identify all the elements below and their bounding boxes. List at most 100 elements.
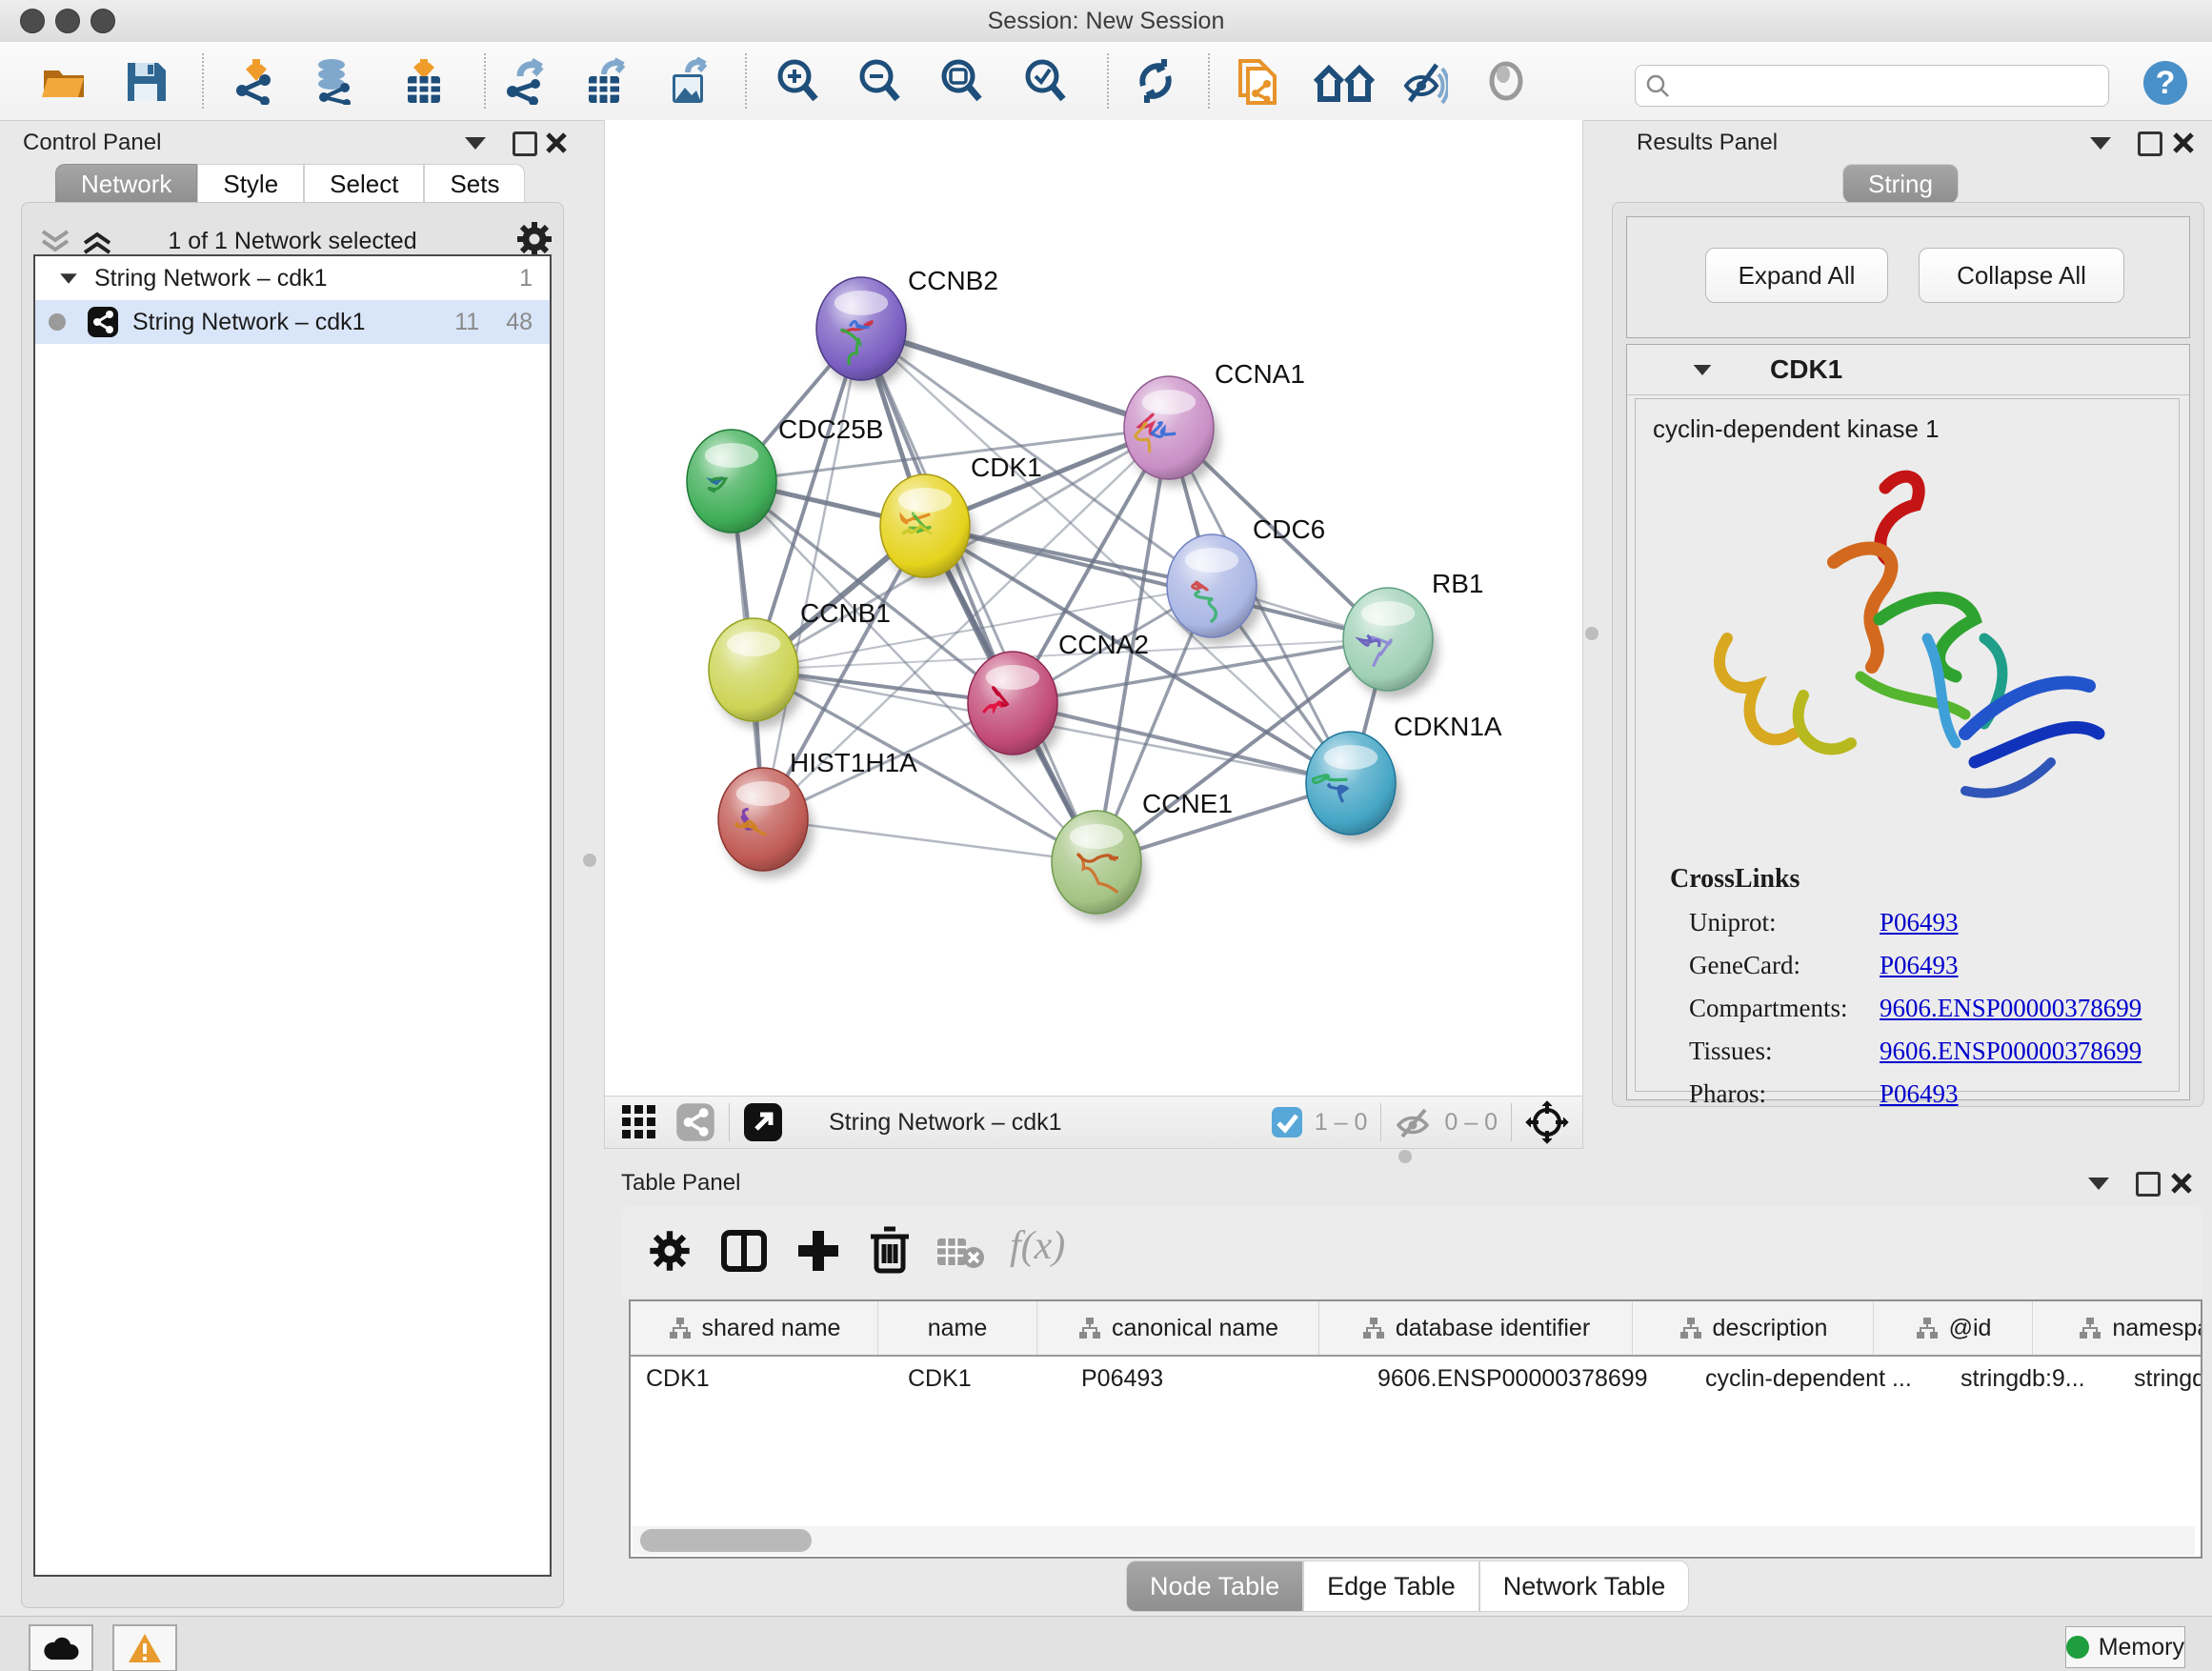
table-hscrollbar-thumb[interactable] <box>640 1529 812 1552</box>
string-network-graph[interactable]: CCNB2 CCNA1 CDC25BCDK1 CDC6RB1 CCNB1 CCNA2 CDK… <box>605 120 1582 1096</box>
network-row-selected[interactable]: String Network – cdk1 11 48 <box>35 300 550 344</box>
crosslink-link[interactable]: P06493 <box>1880 908 1959 937</box>
gear-icon[interactable] <box>648 1229 692 1273</box>
zoom-in-icon[interactable] <box>774 57 821 105</box>
expand-all-button[interactable]: Expand All <box>1705 248 1888 303</box>
gene-collapse-icon[interactable] <box>1694 364 1712 374</box>
function-builder-icon[interactable]: f(x) <box>1010 1223 1065 1269</box>
warnings-button[interactable] <box>112 1624 177 1671</box>
node-table[interactable]: shared namenamecanonical namedatabase id… <box>629 1299 2202 1559</box>
zoom-fit-icon[interactable] <box>937 57 985 105</box>
tab-style[interactable]: Style <box>197 164 304 203</box>
float-panel-icon[interactable] <box>2088 1178 2109 1190</box>
protein-node-CDK1[interactable]: CDK1 <box>880 453 1042 585</box>
table-cell[interactable]: stringdb <box>2119 1357 2202 1400</box>
column-header-namespace[interactable]: namespace <box>2033 1301 2202 1355</box>
column-header--id[interactable]: @id <box>1874 1301 2033 1355</box>
cloud-button[interactable] <box>29 1624 93 1671</box>
protein-node-CCNA2[interactable]: CCNA2 <box>968 630 1149 762</box>
protein-node-HIST1H1A[interactable]: HIST1H1A <box>718 748 917 878</box>
split-columns-icon[interactable] <box>720 1227 768 1275</box>
protein-node-CCNB2[interactable]: CCNB2 <box>816 266 998 388</box>
tab-network[interactable]: Network <box>55 164 197 203</box>
close-panel-icon[interactable] <box>2170 1172 2193 1195</box>
tab-node-table[interactable]: Node Table <box>1126 1560 1303 1612</box>
memory-button[interactable]: Memory <box>2065 1626 2185 1668</box>
show-hide-graphics-icon[interactable] <box>1400 57 1448 105</box>
open-in-window-icon[interactable] <box>743 1102 783 1142</box>
column-header-database-identifier[interactable]: database identifier <box>1319 1301 1633 1355</box>
table-hscrollbar[interactable] <box>633 1526 2195 1555</box>
clear-table-icon[interactable] <box>935 1235 985 1269</box>
protein-node-CDKN1A[interactable]: CDKN1A <box>1306 712 1502 842</box>
network-share-icon <box>87 306 119 338</box>
protein-node-RB1[interactable]: RB1 <box>1343 569 1483 698</box>
column-header-shared-name[interactable]: shared name <box>631 1301 878 1355</box>
table-row[interactable]: CDK1CDK1P064939606.ENSP00000378699cyclin… <box>631 1357 2201 1400</box>
zoom-selected-icon[interactable] <box>1021 57 1069 105</box>
table-cell[interactable]: stringdb:9... <box>1945 1357 2119 1400</box>
tab-select[interactable]: Select <box>304 164 424 203</box>
network-document-icon[interactable] <box>1235 57 1282 105</box>
collection-expand-icon[interactable] <box>60 273 77 283</box>
maximize-panel-icon[interactable] <box>2136 1172 2161 1197</box>
column-header-canonical-name[interactable]: canonical name <box>1037 1301 1319 1355</box>
gene-header[interactable]: CDK1 <box>1627 345 2189 395</box>
protein-node-CCNE1[interactable]: CCNE1 <box>1052 789 1233 921</box>
float-panel-icon[interactable] <box>465 137 486 150</box>
crosshair-move-icon[interactable] <box>1525 1100 1569 1144</box>
maximize-panel-icon[interactable] <box>2138 131 2162 156</box>
left-splitter-handle[interactable] <box>583 854 596 867</box>
crosslink-link[interactable]: P06493 <box>1880 1079 1959 1109</box>
horizontal-splitter-handle[interactable] <box>1398 1150 1412 1163</box>
toolbar-divider <box>202 53 204 109</box>
close-panel-icon[interactable] <box>2172 131 2195 154</box>
tab-sets[interactable]: Sets <box>424 164 525 203</box>
table-cell[interactable]: CDK1 <box>893 1357 1066 1400</box>
table-cell[interactable]: CDK1 <box>631 1357 893 1400</box>
export-image-icon[interactable] <box>665 57 713 105</box>
column-header-description[interactable]: description <box>1633 1301 1874 1355</box>
tab-edge-table[interactable]: Edge Table <box>1303 1560 1479 1612</box>
right-splitter-handle[interactable] <box>1585 627 1599 640</box>
network-options-gear-icon[interactable] <box>515 220 553 258</box>
refresh-layout-icon[interactable] <box>1132 57 1179 105</box>
tab-network-table[interactable]: Network Table <box>1479 1560 1690 1612</box>
import-table-icon[interactable] <box>400 57 448 105</box>
collapse-all-button[interactable]: Collapse All <box>1919 248 2124 303</box>
help-icon[interactable]: ? <box>2142 59 2189 107</box>
table-cell[interactable]: 9606.ENSP00000378699 <box>1362 1357 1690 1400</box>
protein-node-CCNB1[interactable]: CCNB1 <box>709 598 891 729</box>
network-share-toggle-icon[interactable] <box>675 1102 715 1142</box>
table-cell[interactable]: P06493 <box>1066 1357 1362 1400</box>
tab-string[interactable]: String <box>1842 164 1959 203</box>
crosslink-link[interactable]: P06493 <box>1880 951 1959 980</box>
save-session-icon[interactable] <box>122 57 170 105</box>
add-column-icon[interactable] <box>794 1227 842 1275</box>
float-panel-icon[interactable] <box>2090 137 2111 150</box>
level-of-detail-icon[interactable] <box>1482 57 1530 105</box>
crosslink-link[interactable]: 9606.ENSP00000378699 <box>1880 1037 2142 1066</box>
maximize-panel-icon[interactable] <box>513 131 537 156</box>
network-canvas[interactable]: CCNB2 CCNA1 CDC25BCDK1 CDC6RB1 CCNB1 CCNA2 CDK… <box>604 120 1583 1096</box>
protein-node-CCNA1[interactable]: CCNA1 <box>1124 359 1305 487</box>
search-input[interactable] <box>1678 68 2101 102</box>
table-cell[interactable]: cyclin-dependent ... <box>1690 1357 1945 1400</box>
protein-node-CDC25B[interactable]: CDC25B <box>687 414 883 540</box>
export-table-icon[interactable] <box>583 57 631 105</box>
open-session-icon[interactable] <box>40 57 88 105</box>
export-network-icon[interactable] <box>503 57 551 105</box>
network-collection-row[interactable]: String Network – cdk1 1 <box>35 256 550 300</box>
crosslink-link[interactable]: 9606.ENSP00000378699 <box>1880 994 2142 1023</box>
import-network-file-icon[interactable] <box>232 57 280 105</box>
column-header-name[interactable]: name <box>878 1301 1037 1355</box>
close-panel-icon[interactable] <box>545 131 568 154</box>
protein-node-CDC6[interactable]: CDC6 <box>1167 514 1325 645</box>
selected-checkbox-icon[interactable] <box>1271 1106 1303 1138</box>
zoom-out-icon[interactable] <box>855 57 903 105</box>
results-panel-title: Results Panel <box>1637 130 1778 156</box>
import-network-database-icon[interactable] <box>311 57 358 105</box>
birdseye-grid-icon[interactable] <box>620 1103 658 1141</box>
home-pair-icon[interactable] <box>1313 57 1376 105</box>
delete-column-icon[interactable] <box>867 1225 913 1275</box>
